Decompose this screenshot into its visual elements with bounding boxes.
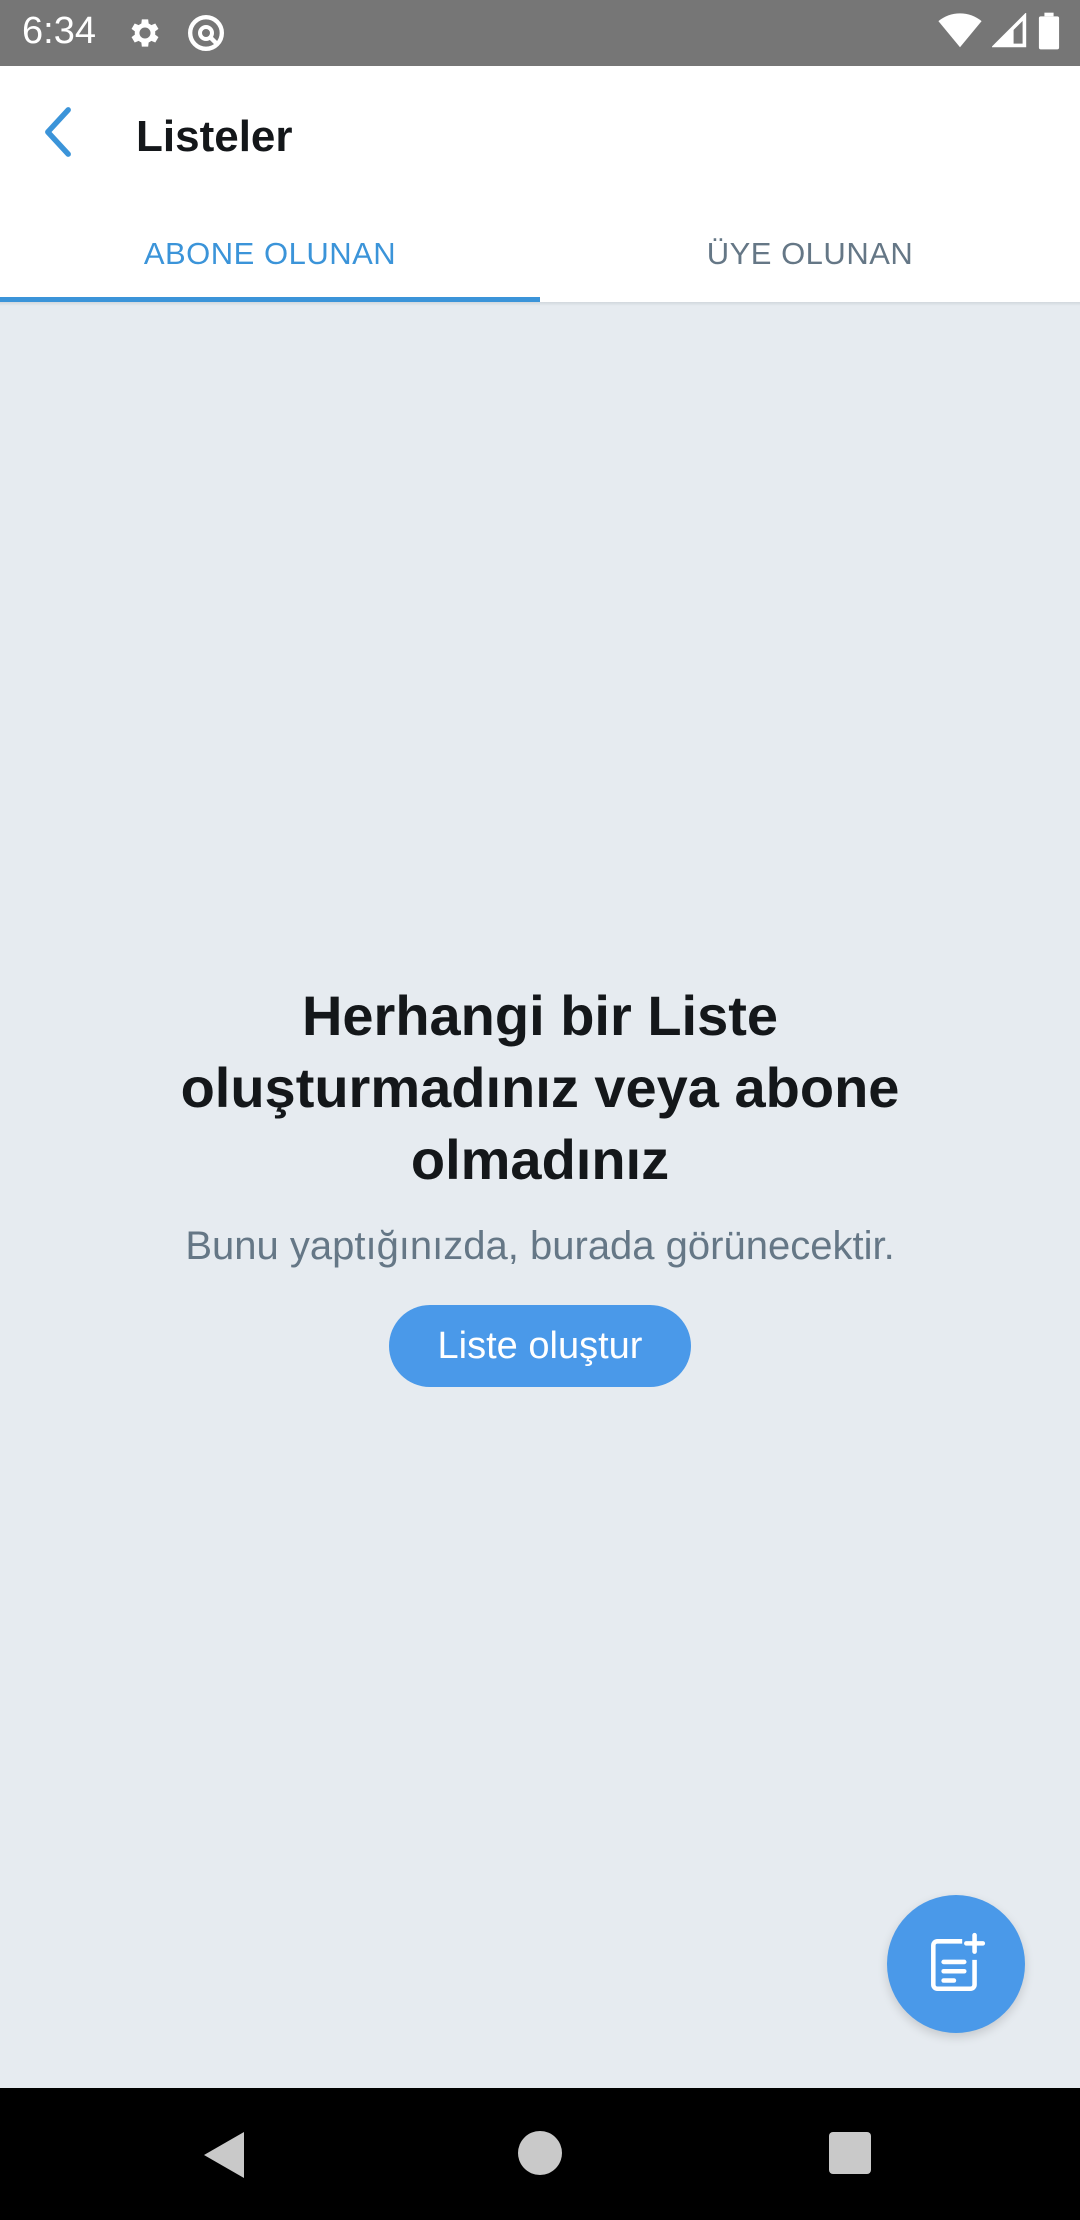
status-time: 6:34 (22, 10, 96, 52)
tab-bar: ABONE OLUNAN ÜYE OLUNAN (0, 206, 1080, 302)
create-list-button[interactable]: Liste oluştur (389, 1305, 691, 1387)
wifi-icon (938, 13, 982, 48)
page-title: Listeler (136, 112, 293, 161)
new-list-fab[interactable] (887, 1895, 1025, 2033)
at-sign-icon (188, 15, 224, 51)
status-right-icons (938, 12, 1060, 50)
tab-label: ABONE OLUNAN (143, 236, 397, 271)
back-button[interactable] (22, 96, 94, 168)
nav-back-triangle-icon[interactable] (200, 2130, 246, 2180)
chevron-left-icon (45, 107, 71, 157)
cellular-signal-icon (992, 13, 1027, 48)
status-bar: 6:34 (0, 0, 1080, 66)
empty-state-subtitle: Bunu yaptığınızda, burada görünecektir. (185, 1224, 895, 1268)
new-list-icon (931, 1932, 986, 1992)
app-bar: Listeler ABONE OLUNAN ÜYE OLUNAN (0, 66, 1080, 302)
app-bar-divider (0, 302, 1080, 306)
settings-gear-icon (131, 19, 159, 47)
empty-state: Herhangi bir Liste oluşturmadınız veya a… (0, 980, 1080, 1387)
empty-state-title: Herhangi bir Liste oluşturmadınız veya a… (180, 984, 900, 1191)
nav-recents-square-icon[interactable] (829, 2132, 871, 2174)
tab-subscribed[interactable]: ABONE OLUNAN (0, 206, 540, 302)
tab-member[interactable]: ÜYE OLUNAN (540, 206, 1080, 302)
nav-home-circle-icon[interactable] (518, 2131, 562, 2175)
system-nav-bar (0, 2088, 1080, 2220)
battery-icon (1038, 12, 1060, 50)
tab-label: ÜYE OLUNAN (706, 236, 914, 271)
